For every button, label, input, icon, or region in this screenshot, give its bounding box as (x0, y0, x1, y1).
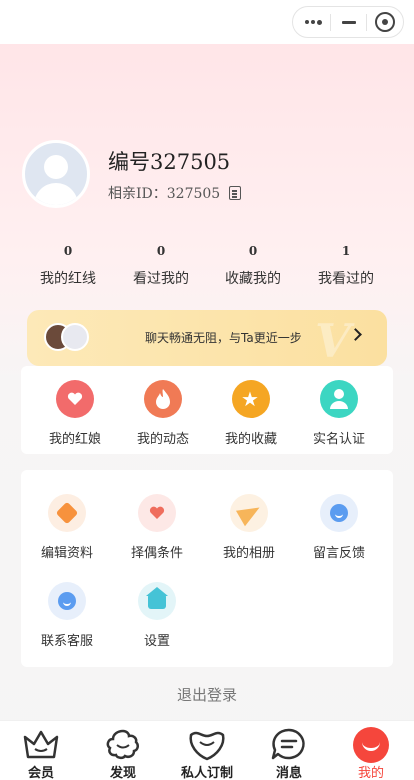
services-card: 编辑资料 择偶条件 我的相册 留言反馈 联系客服 设置 (21, 470, 393, 667)
chevron-right-icon (349, 328, 362, 341)
vip-banner-text: 聊天畅通无阻，与Ta更近一步 (145, 331, 302, 345)
service-album[interactable]: 我的相册 (203, 494, 295, 561)
top-bar (0, 0, 414, 44)
tab-label-active: 我的 (357, 766, 384, 780)
vip-watermark-logo: V (315, 314, 351, 366)
tab-label: 私人订制 (180, 766, 233, 780)
tab-me[interactable]: 我的 (330, 721, 412, 780)
tab-discover[interactable]: 发现 (82, 721, 164, 780)
stat-label: 我的红线 (40, 271, 96, 287)
tab-custom[interactable]: 私人订制 (166, 721, 248, 780)
crown-icon (21, 727, 61, 761)
quick-action-moments[interactable]: 我的动态 (117, 380, 209, 447)
edit-profile-icon (48, 494, 86, 532)
minimize-icon[interactable] (342, 21, 356, 24)
profile-page: 编号327505 相亲ID：327505 0 我的红线 0 看过我的 0 收藏我… (0, 0, 414, 780)
quick-action-label: 我的动态 (136, 432, 189, 447)
message-icon (269, 727, 309, 761)
person-verify-icon (320, 380, 358, 418)
stat-label: 看过我的 (133, 271, 189, 287)
service-label: 择偶条件 (130, 546, 183, 561)
service-label: 联系客服 (40, 634, 93, 649)
bottom-tab-bar: 会员 发现 私人订制 消息 我的 (0, 720, 414, 780)
tab-messages[interactable]: 消息 (248, 721, 330, 780)
service-edit-profile[interactable]: 编辑资料 (21, 494, 113, 561)
stat-count: 0 (156, 244, 166, 258)
service-label: 设置 (143, 634, 170, 649)
stat-label: 我看过的 (318, 271, 374, 287)
quick-action-label: 我的收藏 (224, 432, 277, 447)
quick-action-verify[interactable]: 实名认证 (293, 380, 385, 447)
stat-label: 收藏我的 (225, 271, 281, 287)
service-partner-criteria[interactable]: 择偶条件 (111, 494, 203, 561)
flame-icon (144, 380, 182, 418)
quick-action-matchmaker[interactable]: 我的红娘 (29, 380, 121, 447)
stat-i-viewed[interactable]: 1 我看过的 (300, 244, 392, 288)
service-label: 编辑资料 (40, 546, 93, 561)
stat-count: 1 (341, 244, 351, 258)
paper-plane-icon (230, 494, 268, 532)
quick-action-favorites[interactable]: ★ 我的收藏 (205, 380, 297, 447)
quick-action-label: 实名认证 (312, 432, 365, 447)
copy-icon[interactable] (229, 186, 242, 200)
more-options-icon[interactable] (305, 18, 325, 26)
vip-banner[interactable]: 聊天畅通无阻，与Ta更近一步 V (27, 310, 387, 366)
tab-label: 会员 (27, 766, 54, 780)
stat-count: 0 (248, 244, 258, 258)
banner-avatar (61, 323, 89, 351)
logout-button[interactable]: 退出登录 (0, 684, 414, 705)
mini-program-capsule (292, 6, 404, 38)
close-target-icon[interactable] (375, 12, 395, 32)
stat-favorited-me[interactable]: 0 收藏我的 (207, 244, 299, 288)
stats-row: 0 我的红线 0 看过我的 0 收藏我的 1 我看过的 (22, 244, 392, 288)
me-icon (351, 727, 391, 763)
heart-pen-icon (138, 494, 176, 532)
flower-icon (103, 727, 143, 761)
stat-count: 0 (63, 244, 73, 258)
quick-actions-card: 我的红娘 我的动态 ★ 我的收藏 实名认证 (21, 366, 393, 454)
star-icon: ★ (232, 380, 270, 418)
quick-action-label: 我的红娘 (48, 432, 101, 447)
service-customer-support[interactable]: 联系客服 (21, 582, 113, 649)
avatar[interactable] (22, 140, 90, 208)
capsule-divider (366, 14, 367, 31)
user-id-text: 相亲ID：327505 (108, 186, 221, 202)
service-feedback[interactable]: 留言反馈 (293, 494, 385, 561)
avatar-head (44, 155, 68, 179)
smile-heart-icon (187, 727, 227, 761)
tab-vip[interactable]: 会员 (0, 721, 82, 780)
chat-bubble-icon (320, 494, 358, 532)
user-id-row: 相亲ID：327505 (108, 183, 242, 203)
tab-label: 发现 (109, 766, 136, 780)
capsule-divider (330, 14, 331, 31)
tab-label: 消息 (275, 766, 302, 780)
service-bubble-icon (48, 582, 86, 620)
stat-my-red-line[interactable]: 0 我的红线 (22, 244, 114, 288)
service-settings[interactable]: 设置 (111, 582, 203, 649)
service-label: 留言反馈 (312, 546, 365, 561)
heart-icon (56, 380, 94, 418)
house-settings-icon (138, 582, 176, 620)
service-label: 我的相册 (222, 546, 275, 561)
stat-viewed-me[interactable]: 0 看过我的 (115, 244, 207, 288)
user-name: 编号327505 (108, 150, 231, 174)
avatar-body (34, 183, 78, 205)
